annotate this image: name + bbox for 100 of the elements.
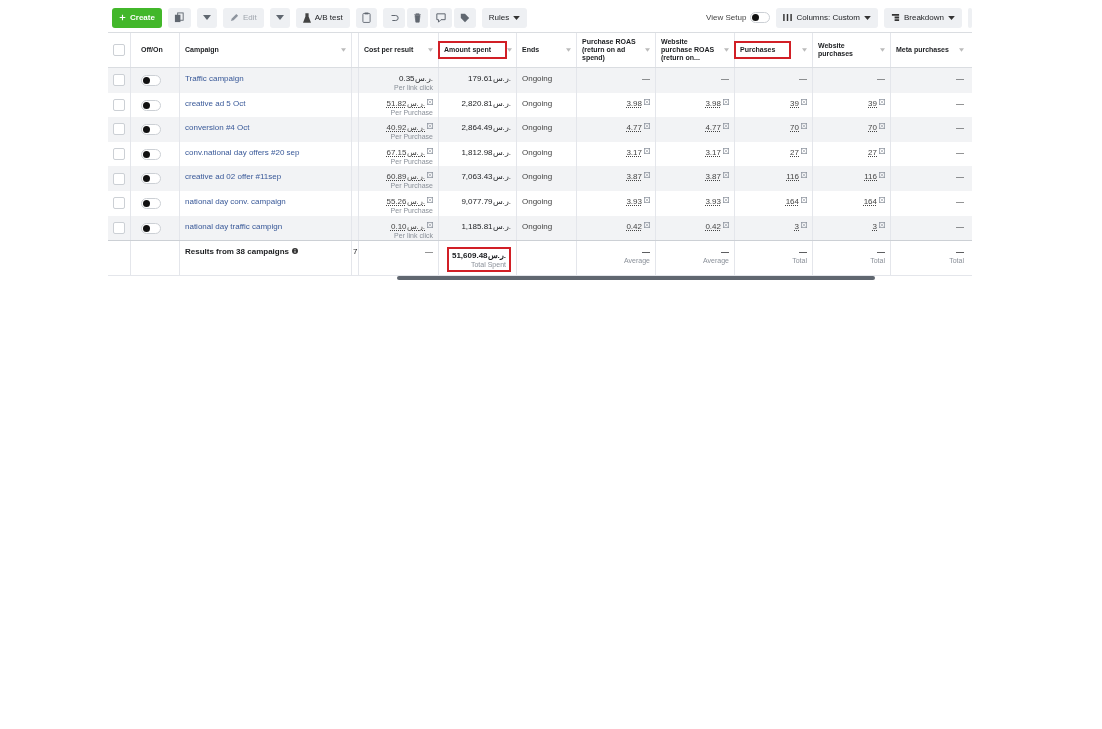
details-icon[interactable]: [879, 98, 885, 105]
view-setup-toggle[interactable]: [750, 12, 771, 23]
dropdown-button[interactable]: [269, 7, 290, 28]
metric-value: —: [642, 74, 650, 83]
metric-value: 39: [868, 98, 877, 108]
details-icon[interactable]: [879, 123, 885, 130]
details-icon[interactable]: [427, 123, 433, 130]
end-date: Ongoing: [522, 221, 553, 231]
amount-spent: 1,185.81ر.س.: [461, 221, 511, 231]
comment-icon: [435, 12, 446, 23]
table-cell: —: [642, 247, 650, 257]
campaign-link[interactable]: conv.national day offers #20 sep: [185, 147, 300, 157]
campaign-toggle[interactable]: [141, 173, 161, 185]
sort-icon[interactable]: [802, 48, 807, 52]
details-icon[interactable]: [723, 123, 729, 130]
campaign-link[interactable]: national day conv. campaign: [185, 196, 286, 206]
details-icon[interactable]: [801, 147, 807, 154]
row-checkbox[interactable]: [113, 197, 125, 210]
campaign-toggle[interactable]: [141, 75, 161, 86]
metric-value: 3: [872, 221, 877, 231]
campaign-link[interactable]: conversion #4 Oct: [185, 123, 250, 133]
details-icon[interactable]: [723, 221, 729, 228]
details-icon[interactable]: [427, 172, 433, 179]
campaign-toggle[interactable]: [141, 222, 161, 234]
rules-button[interactable]: Rules: [481, 7, 528, 28]
metric-value: —: [956, 172, 964, 182]
details-icon[interactable]: [801, 221, 807, 228]
details-icon[interactable]: [801, 196, 807, 203]
ab-test-button[interactable]: A/B test: [295, 7, 350, 28]
campaign-toggle[interactable]: [141, 99, 161, 111]
sort-icon[interactable]: [566, 48, 571, 52]
row-checkbox[interactable]: [113, 148, 125, 161]
end-date: Ongoing: [522, 74, 553, 83]
metric-value: 3.98: [626, 98, 642, 108]
undo-button[interactable]: [382, 7, 405, 28]
trash-button[interactable]: [406, 7, 428, 28]
campaign-link[interactable]: Traffic campaign: [185, 74, 244, 83]
table-cell: —: [799, 247, 807, 257]
details-icon[interactable]: [879, 147, 885, 154]
row-checkbox[interactable]: [113, 221, 125, 234]
details-icon[interactable]: [644, 147, 650, 154]
amount-spent: 7,063.43ر.س.: [461, 172, 511, 182]
details-icon[interactable]: [723, 98, 729, 105]
row-checkbox[interactable]: [113, 172, 125, 185]
details-icon[interactable]: [879, 196, 885, 203]
duplicate-button[interactable]: [167, 7, 191, 28]
details-icon[interactable]: [427, 98, 433, 105]
details-icon[interactable]: [644, 221, 650, 228]
breakdown-button[interactable]: Breakdown: [883, 7, 962, 28]
info-icon[interactable]: [292, 248, 299, 255]
cost-value: 51.82ر.س.: [386, 98, 425, 108]
campaign-toggle[interactable]: [141, 197, 161, 209]
sort-icon[interactable]: [507, 48, 513, 52]
horizontal-scrollbar[interactable]: [397, 276, 875, 281]
details-icon[interactable]: [723, 172, 729, 179]
details-icon[interactable]: [801, 98, 807, 105]
metric-value: 70: [790, 123, 799, 133]
sort-icon[interactable]: [341, 48, 346, 52]
tag-button[interactable]: [453, 7, 476, 28]
details-icon[interactable]: [801, 172, 807, 179]
details-icon[interactable]: [723, 196, 729, 203]
caret-icon: [275, 15, 284, 20]
columns-button[interactable]: Columns: Custom: [776, 7, 878, 28]
sort-icon[interactable]: [724, 48, 729, 52]
details-icon[interactable]: [879, 221, 885, 228]
sort-icon[interactable]: [959, 48, 964, 52]
details-icon[interactable]: [427, 221, 433, 228]
clipboard-button[interactable]: [355, 7, 377, 28]
caret-icon: [948, 15, 955, 20]
comment-button[interactable]: [429, 7, 452, 28]
caret-icon: [863, 15, 871, 20]
sort-icon[interactable]: [428, 48, 433, 52]
metric-value: —: [956, 221, 964, 231]
details-icon[interactable]: [427, 196, 433, 203]
row-checkbox[interactable]: [113, 98, 125, 111]
details-icon[interactable]: [801, 123, 807, 130]
row-checkbox[interactable]: [113, 123, 125, 136]
campaign-link[interactable]: national day traffic campign: [185, 221, 283, 231]
sort-icon[interactable]: [645, 48, 650, 52]
details-icon[interactable]: [644, 123, 650, 130]
campaign-toggle[interactable]: [141, 124, 161, 136]
dropdown-button[interactable]: [196, 7, 217, 28]
columns-icon: [783, 13, 793, 22]
details-icon[interactable]: [879, 172, 885, 179]
sort-icon[interactable]: [880, 48, 885, 52]
details-icon[interactable]: [644, 196, 650, 203]
campaign-link[interactable]: creative ad 5 Oct: [185, 98, 246, 108]
campaign-link[interactable]: creative ad 02 offer #11sep: [185, 172, 282, 182]
end-date: Ongoing: [522, 172, 553, 182]
metric-value: —: [956, 74, 964, 83]
row-checkbox[interactable]: [113, 74, 125, 87]
metric-value: 4.77: [705, 123, 721, 133]
campaign-toggle[interactable]: [141, 148, 161, 160]
details-icon[interactable]: [644, 172, 650, 179]
details-icon[interactable]: [427, 147, 433, 154]
details-icon[interactable]: [644, 98, 650, 105]
details-icon[interactable]: [723, 147, 729, 154]
cost-value: 55.26ر.س.: [386, 196, 425, 206]
amount-spent: 179.61ر.س.: [468, 74, 511, 83]
select-all-checkbox[interactable]: [113, 44, 125, 56]
